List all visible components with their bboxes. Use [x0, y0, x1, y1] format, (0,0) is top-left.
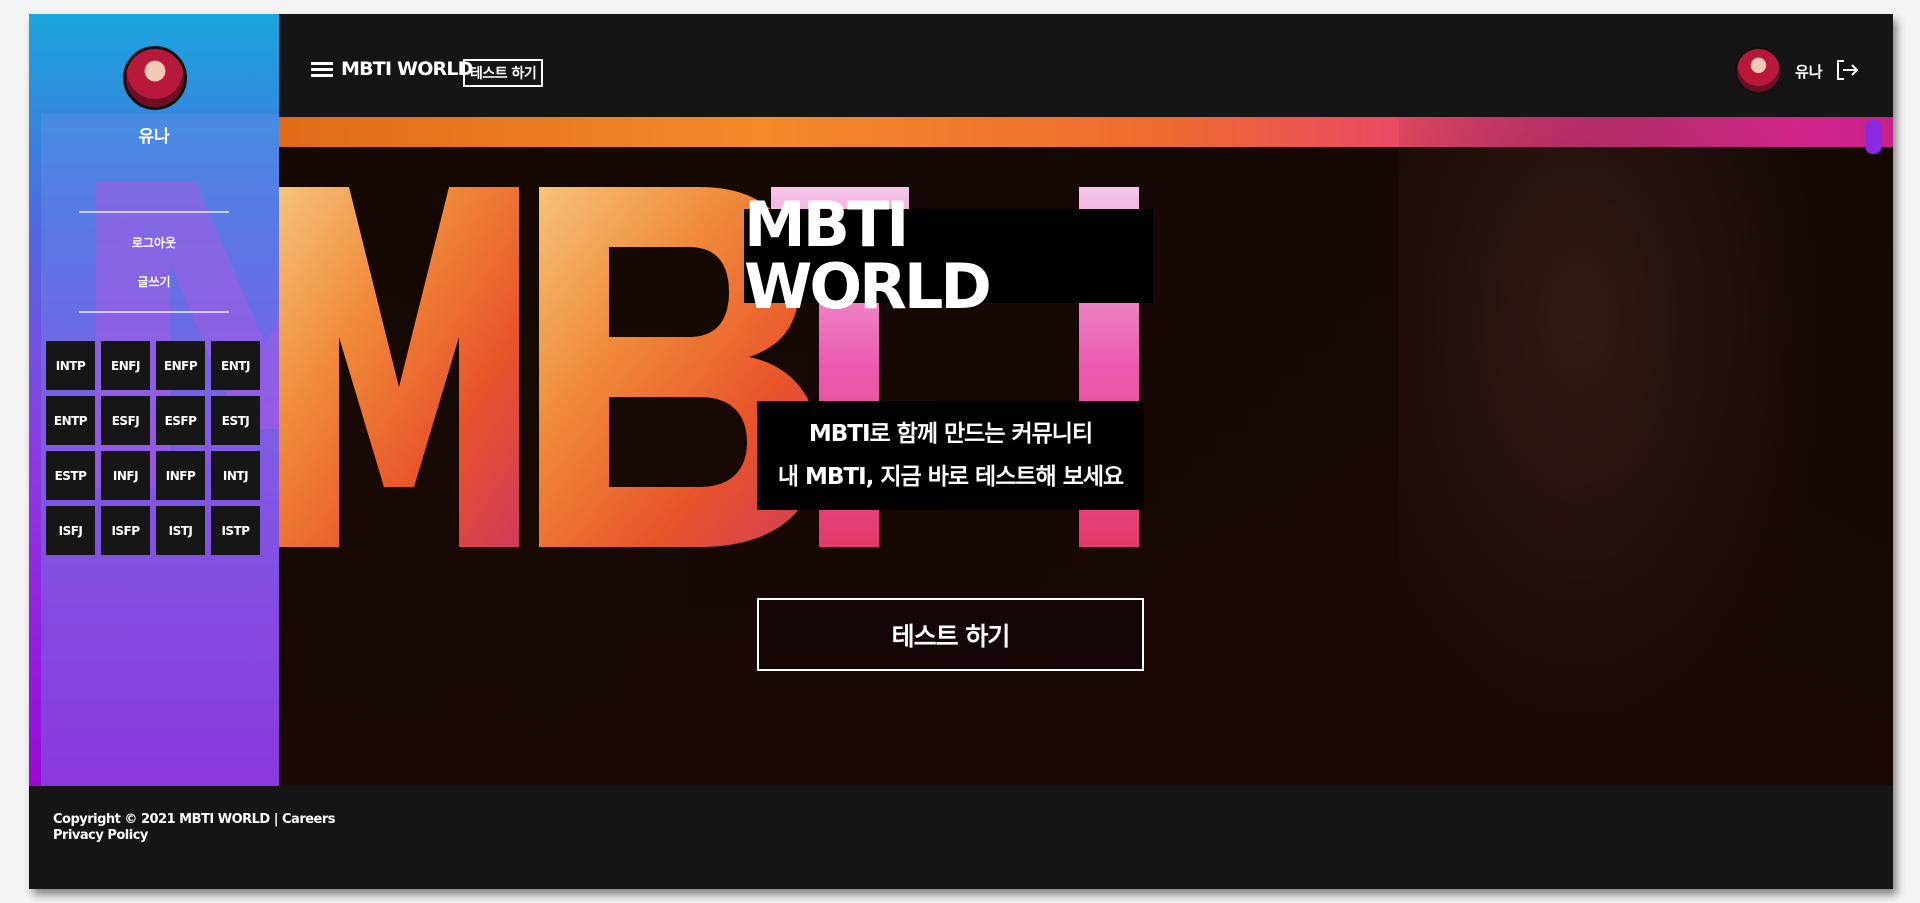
hero-subtitle-line1: MBTI로 함께 만드는 커뮤니티 — [808, 420, 1093, 447]
mbti-type-istj[interactable]: ISTJ — [156, 506, 205, 555]
careers-link[interactable]: Careers — [282, 812, 336, 827]
scrollbar-thumb[interactable] — [1865, 120, 1882, 154]
mbti-type-istp[interactable]: ISTP — [211, 506, 260, 555]
mbti-type-intp[interactable]: INTP — [46, 341, 95, 390]
mbti-type-enfp[interactable]: ENFP — [156, 341, 205, 390]
mbti-type-isfj[interactable]: ISFJ — [46, 506, 95, 555]
hero-subtitle-box: MBTI로 함께 만드는 커뮤니티 내 MBTI, 지금 바로 테스트해 보세요 — [757, 401, 1144, 510]
hero-section: MBTI WORLD MBTI로 함께 만드는 커뮤니티 내 MBTI, 지금 … — [279, 117, 1893, 786]
hero-title-box: MBTI WORLD — [744, 194, 1153, 318]
sidebar-write-link[interactable]: 글쓰기 — [29, 273, 279, 290]
mbti-type-esfp[interactable]: ESFP — [156, 396, 205, 445]
sidebar-avatar[interactable] — [123, 46, 187, 110]
mbti-type-entj[interactable]: ENTJ — [211, 341, 260, 390]
logout-icon[interactable] — [1835, 59, 1859, 81]
mbti-type-grid: INTP ENFJ ENFP ENTJ ENTP ESFJ ESFP ESTJ … — [46, 341, 263, 555]
mbti-type-isfp[interactable]: ISFP — [101, 506, 150, 555]
menu-icon[interactable] — [311, 62, 333, 78]
header-test-button[interactable]: 테스트 하기 — [463, 59, 544, 87]
sidebar-user-name: 유나 — [138, 127, 170, 147]
mbti-type-esfj[interactable]: ESFJ — [101, 396, 150, 445]
app-frame: M 유나 로그아웃 글쓰기 INTP ENFJ ENFP ENTJ ENTP E… — [29, 14, 1893, 889]
header-user-name: 유나 — [1795, 63, 1823, 81]
mbti-type-infp[interactable]: INFP — [156, 451, 205, 500]
copyright-text: Copyright © 2021 MBTI WORLD | — [53, 812, 283, 827]
sidebar-logout-link[interactable]: 로그아웃 — [29, 234, 279, 251]
hero-figure-shadow — [1399, 117, 1849, 786]
footer-copyright: Copyright © 2021 MBTI WORLD | Careers — [53, 812, 336, 827]
sidebar: M 유나 로그아웃 글쓰기 INTP ENFJ ENFP ENTJ ENTP E… — [29, 14, 279, 786]
mbti-type-infj[interactable]: INFJ — [101, 451, 150, 500]
sidebar-divider-bottom — [79, 311, 229, 313]
mbti-type-intj[interactable]: INTJ — [211, 451, 260, 500]
header-avatar[interactable] — [1735, 47, 1782, 94]
sidebar-divider-top — [79, 211, 229, 213]
footer: Copyright © 2021 MBTI WORLD | Careers Pr… — [29, 786, 1893, 889]
mbti-type-enfj[interactable]: ENFJ — [101, 341, 150, 390]
privacy-policy-link[interactable]: Privacy Policy — [53, 828, 148, 843]
hero-test-button[interactable]: 테스트 하기 — [757, 598, 1144, 671]
hero-subtitle-line2: 내 MBTI, 지금 바로 테스트해 보세요 — [777, 463, 1124, 490]
mbti-type-estp[interactable]: ESTP — [46, 451, 95, 500]
top-header: MBTI WORLD 테스트 하기 유나 — [279, 14, 1893, 117]
mbti-type-entp[interactable]: ENTP — [46, 396, 95, 445]
mbti-type-estj[interactable]: ESTJ — [211, 396, 260, 445]
hero-title: MBTI WORLD — [744, 188, 992, 323]
brand-logo[interactable]: MBTI WORLD — [341, 58, 473, 80]
